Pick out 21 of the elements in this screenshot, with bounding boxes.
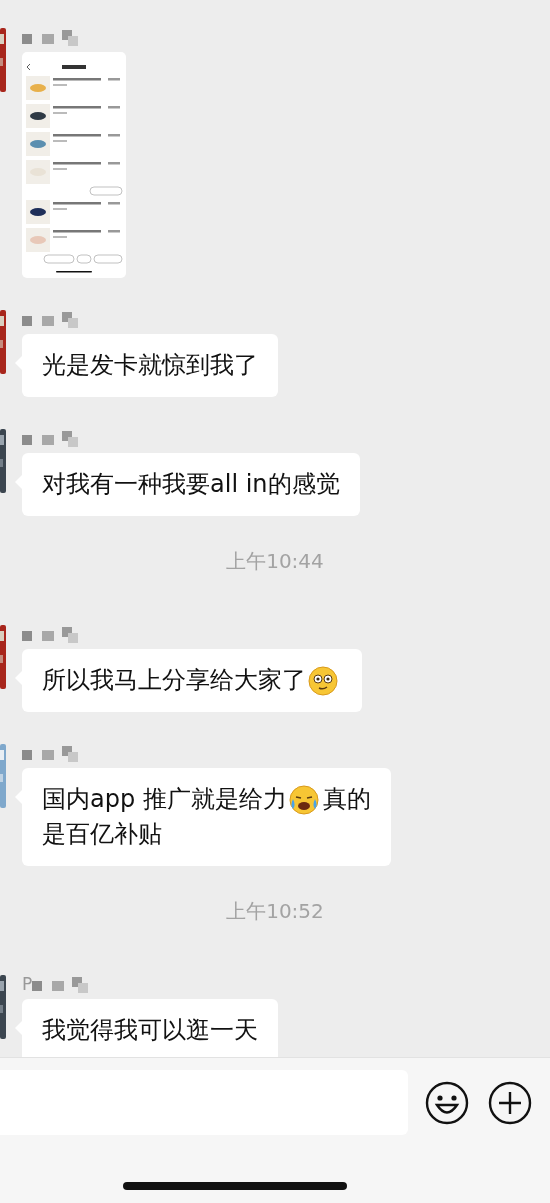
pixelated-name-icon bbox=[22, 312, 78, 328]
message-text: 真的 bbox=[322, 784, 371, 815]
order-screenshot-drawing[interactable] bbox=[22, 52, 126, 278]
message-text: 是百亿补贴 bbox=[42, 819, 162, 850]
message-text: 国内app 推广就是给力 bbox=[42, 784, 287, 815]
smiley-icon[interactable] bbox=[424, 1079, 470, 1126]
pixelated-name-icon bbox=[22, 627, 78, 643]
add-icon[interactable] bbox=[487, 1079, 533, 1126]
pixelated-name-icon bbox=[22, 30, 78, 46]
flushed-face-icon bbox=[308, 665, 338, 696]
message-text: 所以我马上分享给大家了 bbox=[42, 665, 306, 696]
sender-name: P bbox=[22, 975, 33, 993]
message-text: 我觉得我可以逛一天 bbox=[42, 1015, 258, 1046]
message-text: 对我有一种我要all in的感觉 bbox=[42, 469, 340, 500]
timestamp: 上午10:44 bbox=[226, 549, 324, 573]
pixelated-name-icon bbox=[22, 431, 78, 447]
crying-face-icon bbox=[288, 784, 319, 815]
timestamp: 上午10:52 bbox=[226, 899, 324, 923]
pixelated-name-icon bbox=[22, 746, 78, 762]
pixelated-name-icon bbox=[32, 977, 89, 993]
message-text: 光是发卡就惊到我了 bbox=[42, 350, 258, 381]
